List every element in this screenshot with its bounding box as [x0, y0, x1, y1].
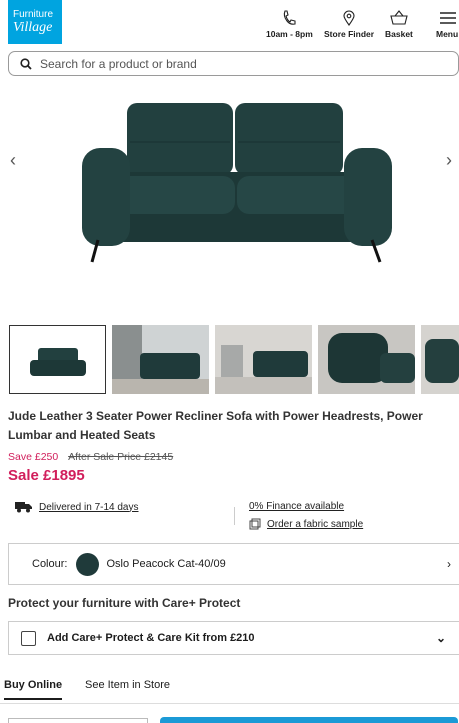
fabric-sample-icon [249, 518, 261, 530]
save-amount: Save £250 [8, 451, 59, 463]
search-icon [20, 57, 32, 70]
delivery-truck-icon [15, 502, 32, 513]
thumbnail-5[interactable] [421, 325, 459, 394]
price-savings: Save £250 After Sale Price £2145 [8, 451, 173, 463]
search-placeholder[interactable]: Search for a product or brand [40, 57, 197, 71]
menu-label: Menu [436, 29, 459, 39]
basket-icon [390, 10, 408, 25]
logo-line1: Furniture [13, 8, 54, 20]
fabric-sample-link[interactable]: Order a fabric sample [249, 518, 363, 530]
hours-label: 10am - 8pm [266, 29, 313, 39]
thumbnail-3[interactable] [215, 325, 312, 394]
phone-icon [284, 10, 296, 25]
care-protect-heading: Protect your furniture with Care+ Protec… [8, 596, 241, 610]
location-pin-icon [343, 10, 355, 26]
care-protect-checkbox[interactable] [21, 630, 36, 646]
fabric-sample-text: Order a fabric sample [267, 518, 364, 530]
thumbnail-4[interactable] [318, 325, 415, 394]
care-protect-label: Add Care+ Protect & Care Kit from £210 [47, 632, 255, 644]
thumbnail-strip [9, 325, 459, 395]
sale-price: Sale £1895 [8, 467, 85, 484]
hamburger-menu-icon [440, 12, 457, 24]
colour-swatch [76, 552, 100, 576]
quantity-selector[interactable] [8, 718, 148, 723]
care-protect-option[interactable]: Add Care+ Protect & Care Kit from £210 ⌄ [8, 621, 459, 655]
product-main-image [82, 103, 392, 263]
menu-button[interactable]: Menu [436, 10, 458, 39]
basket-label: Basket [385, 29, 413, 39]
thumbnail-1[interactable] [9, 325, 106, 394]
thumbnail-detail-image [425, 339, 459, 383]
basket-link[interactable]: Basket [385, 10, 413, 39]
thumbnail-room-image [112, 325, 209, 394]
store-finder-label: Store Finder [324, 29, 375, 39]
finance-text: 0% Finance available [249, 501, 345, 512]
thumbnail-detail-image [328, 333, 415, 383]
logo-line2: Village [13, 19, 53, 35]
product-title: Jude Leather 3 Seater Power Recliner Sof… [8, 409, 423, 442]
finance-link[interactable]: 0% Finance available [249, 501, 344, 512]
purchase-tabs: Buy Online See Item in Store [0, 679, 459, 704]
tab-buy-online[interactable]: Buy Online [4, 679, 63, 700]
delivery-text: Delivered in 7-14 days [39, 501, 139, 513]
colour-value: Oslo Peacock Cat-40/09 [106, 558, 226, 570]
add-to-basket-button[interactable] [160, 717, 458, 723]
thumbnail-sofa-image [30, 348, 86, 376]
colour-selector[interactable]: Colour: Oslo Peacock Cat-40/09 › [8, 543, 459, 585]
furniture-village-logo[interactable]: Furniture Village [8, 0, 62, 44]
was-price: After Sale Price £2145 [68, 451, 174, 463]
colour-label: Colour: [32, 558, 68, 570]
divider [234, 507, 235, 525]
opening-hours-link[interactable]: 10am - 8pm [266, 10, 313, 39]
delivery-info-link[interactable]: Delivered in 7-14 days [15, 501, 139, 513]
chevron-right-icon: › [447, 557, 451, 571]
tab-see-in-store[interactable]: See Item in Store [85, 679, 170, 691]
thumbnail-2[interactable] [112, 325, 209, 394]
site-header: Furniture Village 10am - 8pm Store Finde… [0, 0, 459, 46]
search-bar[interactable]: Search for a product or brand [8, 51, 459, 76]
thumbnail-room-image [215, 345, 312, 394]
chevron-down-icon[interactable]: ⌄ [436, 631, 446, 645]
store-finder-link[interactable]: Store Finder [324, 10, 374, 39]
